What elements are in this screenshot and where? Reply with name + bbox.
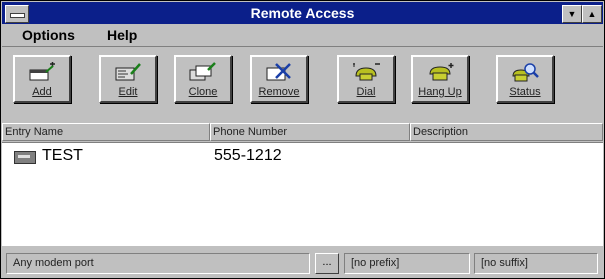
phone-number-cell: 555-1212 <box>214 147 282 164</box>
edit-entry-icon <box>115 63 141 81</box>
menu-help[interactable]: Help <box>107 27 137 43</box>
phonebook-list[interactable]: TEST 555-1212 <box>2 142 603 246</box>
dial-phone-icon <box>353 63 380 81</box>
edit-button[interactable]: Edit <box>99 55 157 103</box>
dial-button[interactable]: Dial <box>337 55 395 103</box>
list-item[interactable]: TEST 555-1212 <box>2 147 603 165</box>
hang-up-button[interactable]: Hang Up <box>411 55 469 103</box>
column-header-phone-number[interactable]: Phone Number <box>210 123 410 141</box>
prefix-field: [no prefix] <box>344 253 470 274</box>
column-header-description[interactable]: Description <box>410 123 603 141</box>
remove-entry-icon <box>266 63 291 81</box>
menu-options[interactable]: Options <box>22 27 75 43</box>
clone-label: Clone <box>188 86 218 98</box>
add-label: Add <box>32 86 52 98</box>
add-button[interactable]: Add <box>13 55 71 103</box>
status-magnifier-icon <box>512 63 539 82</box>
hang-up-label: Hang Up <box>418 86 462 98</box>
remove-label: Remove <box>258 86 300 98</box>
menu-help-label: Help <box>107 27 138 43</box>
entry-name-cell: TEST <box>42 147 83 164</box>
browse-button[interactable]: ... <box>315 253 339 274</box>
menu-options-label: Options <box>22 27 75 43</box>
title-bar[interactable]: Remote Access ▼ ▲ <box>2 2 603 24</box>
suffix-field: [no suffix] <box>474 253 598 274</box>
status-button[interactable]: Status <box>496 55 554 103</box>
remove-button[interactable]: Remove <box>250 55 308 103</box>
status-label: Status <box>509 86 541 98</box>
clone-entry-icon <box>189 62 216 81</box>
column-header-entry-name[interactable]: Entry Name <box>2 123 210 141</box>
toolbar: Add Edit Clone Remove Dial Hang Up Statu… <box>2 46 603 119</box>
minimize-button[interactable]: ▼ <box>562 5 582 23</box>
status-bar: Any modem port ... [no prefix] [no suffi… <box>2 249 603 277</box>
hang-up-phone-icon <box>429 63 454 81</box>
remote-access-window: Remote Access ▼ ▲ Options Help Add Edit … <box>0 0 605 279</box>
menu-bar: Options Help <box>2 25 603 45</box>
clone-button[interactable]: Clone <box>174 55 232 103</box>
dial-label: Dial <box>356 86 376 98</box>
list-header: Entry Name Phone Number Description <box>2 123 603 141</box>
edit-label: Edit <box>118 86 138 98</box>
add-entry-icon <box>29 62 55 81</box>
maximize-button[interactable]: ▲ <box>582 5 602 23</box>
window-title: Remote Access <box>250 5 355 21</box>
phonebook-entry-icon <box>14 151 36 164</box>
port-field: Any modem port <box>6 253 310 274</box>
